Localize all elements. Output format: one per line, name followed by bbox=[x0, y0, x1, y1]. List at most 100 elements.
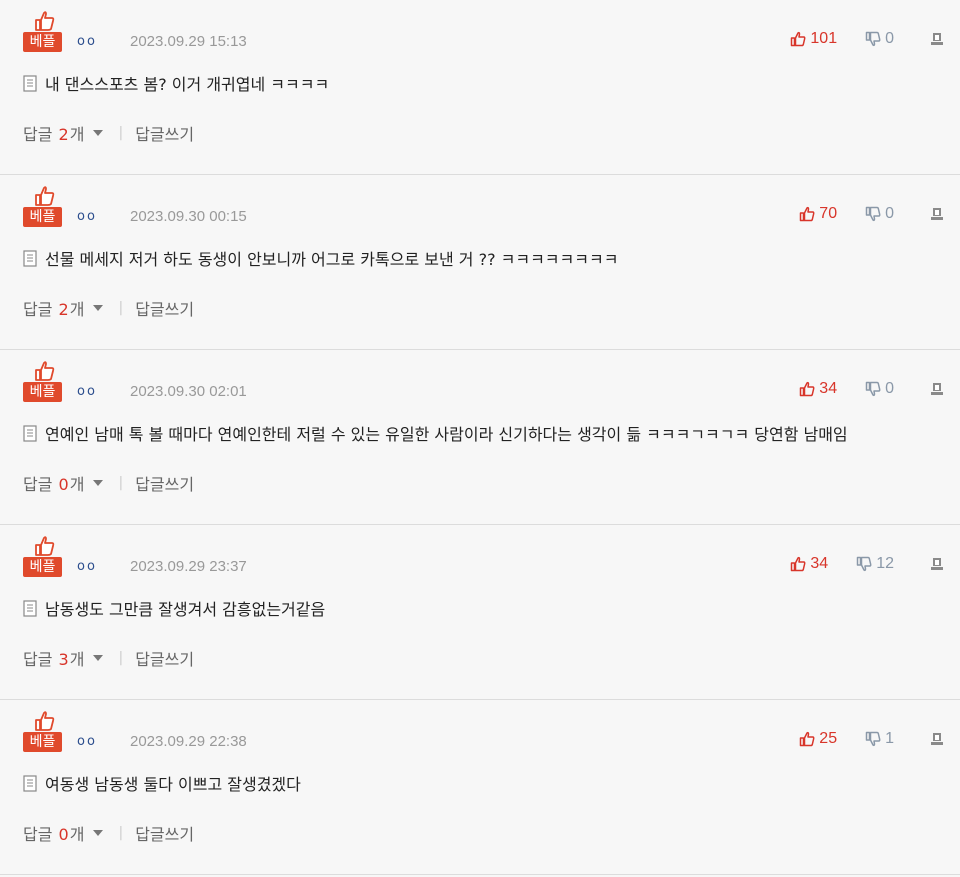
reply-count: 2 bbox=[58, 300, 69, 319]
author-nickname[interactable]: oo bbox=[77, 559, 97, 574]
comment-text: 연예인 남매 톡 볼 때마다 연예인한테 저럴 수 있는 유일한 사람이라 신기… bbox=[45, 425, 848, 444]
downvote-count: 1 bbox=[885, 730, 894, 747]
thumbs-up-icon bbox=[791, 31, 806, 47]
caret-down-icon[interactable] bbox=[92, 304, 104, 312]
report-button[interactable] bbox=[930, 382, 944, 396]
divider: | bbox=[118, 475, 124, 491]
comment-footer: 답글 3개 | 답글쓰기 bbox=[23, 646, 194, 670]
upvote-button[interactable]: 34 bbox=[790, 555, 828, 573]
document-icon bbox=[23, 74, 38, 92]
upvote-count: 34 bbox=[810, 555, 829, 572]
reply-toggle[interactable]: 답글 2개 bbox=[23, 296, 84, 320]
report-button[interactable] bbox=[930, 557, 944, 571]
comment-footer: 답글 0개 | 답글쓰기 bbox=[23, 471, 194, 495]
comment-item: 베플 oo 2023.09.30 00:15 70 0 선물 메세지 저거 하도… bbox=[0, 175, 960, 350]
comment-body: 내 댄스스포츠 봄? 이거 개귀엽네 ㅋㅋㅋㅋ bbox=[23, 71, 329, 95]
report-icon bbox=[931, 33, 943, 45]
comment-date: 2023.09.29 23:37 bbox=[130, 558, 247, 575]
best-label: 베플 bbox=[23, 557, 62, 577]
thumbs-up-icon bbox=[35, 361, 55, 381]
write-reply-link[interactable]: 답글쓰기 bbox=[135, 471, 194, 495]
comment-date: 2023.09.30 00:15 bbox=[130, 208, 247, 225]
caret-down-icon[interactable] bbox=[92, 654, 104, 662]
downvote-button[interactable]: 1 bbox=[865, 730, 894, 748]
reply-suffix: 개 bbox=[69, 125, 85, 144]
write-reply-link[interactable]: 답글쓰기 bbox=[135, 821, 194, 845]
thumbs-up-icon bbox=[800, 206, 815, 222]
thumbs-down-icon bbox=[865, 206, 881, 222]
downvote-button[interactable]: 0 bbox=[865, 205, 894, 223]
vote-bar: 34 0 bbox=[799, 380, 944, 398]
comment-item: 베플 oo 2023.09.30 02:01 34 0 연예인 남매 톡 볼 때… bbox=[0, 350, 960, 525]
best-comment-badge: 베플 bbox=[23, 710, 63, 753]
document-icon bbox=[23, 424, 38, 442]
thumbs-up-icon bbox=[800, 381, 815, 397]
upvote-button[interactable]: 70 bbox=[799, 205, 837, 223]
downvote-count: 0 bbox=[885, 380, 894, 397]
report-icon bbox=[931, 558, 943, 570]
reply-suffix: 개 bbox=[69, 300, 85, 319]
comment-body: 연예인 남매 톡 볼 때마다 연예인한테 저럴 수 있는 유일한 사람이라 신기… bbox=[23, 421, 848, 445]
thumbs-down-icon bbox=[856, 556, 872, 572]
document-icon bbox=[23, 599, 38, 617]
reply-prefix: 답글 bbox=[23, 475, 53, 494]
upvote-count: 34 bbox=[819, 380, 838, 397]
comment-body: 남동생도 그만큼 잘생겨서 감흥없는거같음 bbox=[23, 596, 325, 620]
reply-count: 0 bbox=[58, 475, 69, 494]
thumbs-up-icon bbox=[35, 536, 55, 556]
best-comment-badge: 베플 bbox=[23, 360, 63, 403]
comment-item: 베플 oo 2023.09.29 15:13 101 0 내 댄스스포츠 봄? … bbox=[0, 0, 960, 175]
thumbs-down-icon bbox=[865, 381, 881, 397]
author-nickname[interactable]: oo bbox=[77, 734, 97, 749]
reply-count: 2 bbox=[58, 125, 69, 144]
thumbs-up-icon bbox=[35, 186, 55, 206]
author-nickname[interactable]: oo bbox=[77, 384, 97, 399]
reply-prefix: 답글 bbox=[23, 825, 53, 844]
reply-toggle[interactable]: 답글 0개 bbox=[23, 471, 84, 495]
comment-body: 선물 메세지 저거 하도 동생이 안보니까 어그로 카톡으로 보낸 거 ?? ㅋ… bbox=[23, 246, 618, 270]
comment-item: 베플 oo 2023.09.29 23:37 34 12 남동생도 그만큼 잘생… bbox=[0, 525, 960, 700]
upvote-count: 70 bbox=[819, 205, 838, 222]
author-nickname[interactable]: oo bbox=[77, 34, 97, 49]
downvote-button[interactable]: 12 bbox=[856, 555, 894, 573]
caret-down-icon[interactable] bbox=[92, 129, 104, 137]
author-nickname[interactable]: oo bbox=[77, 209, 97, 224]
thumbs-up-icon bbox=[800, 731, 815, 747]
upvote-button[interactable]: 34 bbox=[799, 380, 837, 398]
caret-down-icon[interactable] bbox=[92, 829, 104, 837]
upvote-button[interactable]: 101 bbox=[790, 30, 837, 48]
write-reply-link[interactable]: 답글쓰기 bbox=[135, 646, 194, 670]
reply-toggle[interactable]: 답글 0개 bbox=[23, 821, 84, 845]
comment-footer: 답글 0개 | 답글쓰기 bbox=[23, 821, 194, 845]
divider: | bbox=[118, 125, 124, 141]
reply-prefix: 답글 bbox=[23, 300, 53, 319]
downvote-count: 12 bbox=[876, 555, 894, 572]
report-button[interactable] bbox=[930, 732, 944, 746]
comment-date: 2023.09.30 02:01 bbox=[130, 383, 247, 400]
thumbs-up-icon bbox=[791, 556, 806, 572]
reply-prefix: 답글 bbox=[23, 650, 53, 669]
report-button[interactable] bbox=[930, 32, 944, 46]
write-reply-link[interactable]: 답글쓰기 bbox=[135, 121, 194, 145]
caret-down-icon[interactable] bbox=[92, 479, 104, 487]
best-comment-badge: 베플 bbox=[23, 535, 63, 578]
reply-prefix: 답글 bbox=[23, 125, 53, 144]
best-label: 베플 bbox=[23, 32, 62, 52]
downvote-button[interactable]: 0 bbox=[865, 30, 894, 48]
reply-suffix: 개 bbox=[69, 475, 85, 494]
report-icon bbox=[931, 383, 943, 395]
comment-text: 남동생도 그만큼 잘생겨서 감흥없는거같음 bbox=[45, 600, 326, 619]
comment-text: 내 댄스스포츠 봄? 이거 개귀엽네 ㅋㅋㅋㅋ bbox=[45, 75, 330, 94]
thumbs-down-icon bbox=[865, 31, 881, 47]
thumbs-up-icon bbox=[35, 711, 55, 731]
downvote-button[interactable]: 0 bbox=[865, 380, 894, 398]
best-comment-badge: 베플 bbox=[23, 10, 63, 53]
upvote-button[interactable]: 25 bbox=[799, 730, 837, 748]
reply-toggle[interactable]: 답글 3개 bbox=[23, 646, 84, 670]
reply-toggle[interactable]: 답글 2개 bbox=[23, 121, 84, 145]
thumbs-down-icon bbox=[865, 731, 881, 747]
divider: | bbox=[118, 650, 124, 666]
write-reply-link[interactable]: 답글쓰기 bbox=[135, 296, 194, 320]
thumbs-up-icon bbox=[35, 11, 55, 31]
report-button[interactable] bbox=[930, 207, 944, 221]
